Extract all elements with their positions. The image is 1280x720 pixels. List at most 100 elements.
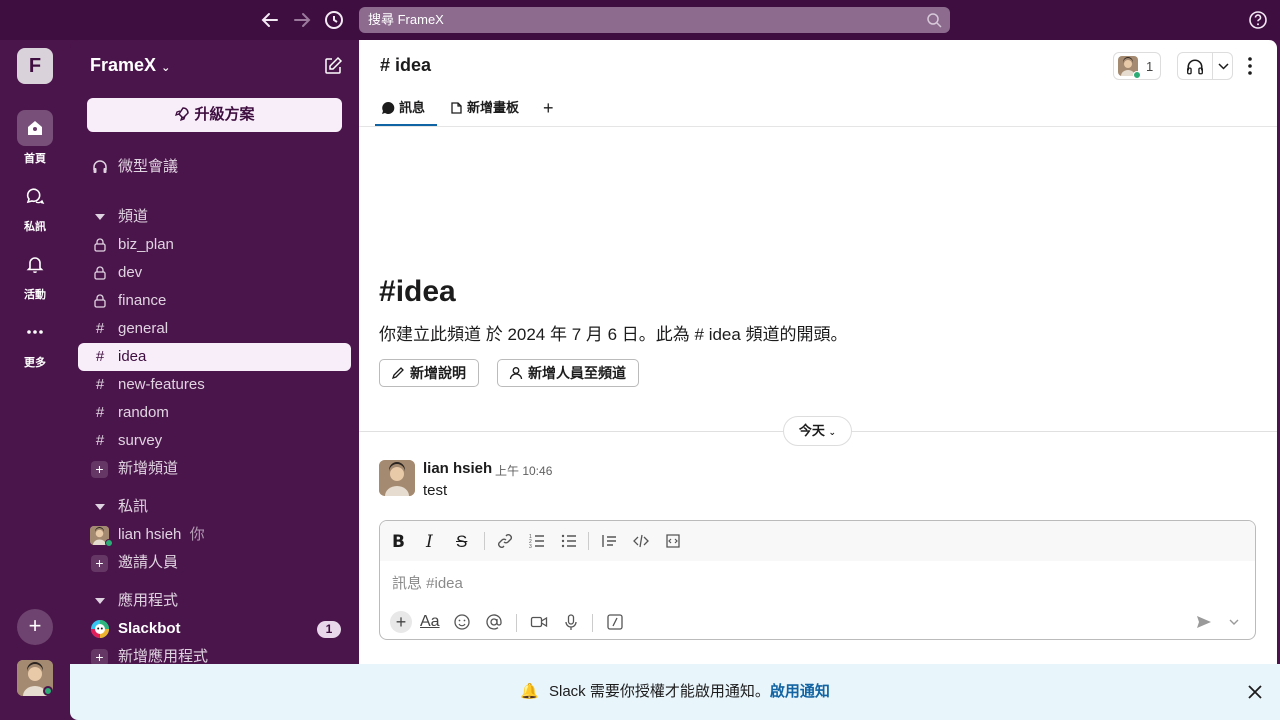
mention-icon[interactable] (485, 613, 503, 631)
workspace-icon[interactable]: F (17, 48, 53, 84)
canvas-icon (449, 101, 463, 115)
chevron-down-icon[interactable] (1212, 53, 1233, 79)
sidebar-item-channel[interactable]: dev (78, 259, 351, 287)
video-icon[interactable] (530, 613, 548, 631)
bulleted-list-icon[interactable] (560, 532, 578, 550)
channel-header-title[interactable]: # idea (380, 55, 431, 76)
presence-dot (1133, 71, 1141, 79)
avatar[interactable] (379, 460, 415, 496)
lock-icon (92, 265, 108, 281)
message-composer: B I S 123 訊息 #idea + Aa (379, 520, 1256, 640)
help-icon[interactable] (1248, 10, 1268, 30)
channel-name: survey (118, 432, 163, 449)
more-vertical-icon[interactable] (1241, 54, 1259, 78)
members-button[interactable]: 1 (1113, 52, 1161, 80)
huddle-button[interactable] (1177, 52, 1233, 80)
sidebar-item-channel[interactable]: # general (78, 315, 351, 343)
slash-command-icon[interactable] (606, 613, 624, 631)
member-count: 1 (1146, 59, 1154, 74)
attach-plus-icon[interactable]: + (390, 611, 412, 633)
sidebar-item-channel[interactable]: finance (78, 287, 351, 315)
blockquote-icon[interactable] (600, 532, 618, 550)
link-icon[interactable] (496, 532, 514, 550)
code-icon[interactable] (632, 532, 650, 550)
sidebar-item-channel[interactable]: # new-features (78, 371, 351, 399)
add-tab-plus-icon[interactable]: + (535, 96, 554, 126)
sidebar-item-huddles[interactable]: 微型會議 (78, 153, 351, 181)
headphones-icon (1186, 58, 1204, 76)
forward-arrow-icon[interactable] (290, 8, 314, 32)
enable-notifications-link[interactable]: 啟用通知 (770, 683, 830, 700)
workspace-rail: F 首頁 私訊 活動 更多 + (0, 40, 70, 720)
strikethrough-icon[interactable]: S (456, 532, 474, 551)
rail-activity[interactable]: 活動 (0, 246, 70, 302)
sidebar-item-dm[interactable]: lian hsieh 你 (78, 521, 351, 549)
header-divider (359, 126, 1277, 127)
sidebar: FrameX ⌄ 升級方案 微型會議 頻道 biz_plan dev finan… (70, 40, 359, 664)
add-channel-button[interactable]: + 新增頻道 (78, 455, 351, 483)
compose-icon[interactable] (323, 56, 343, 76)
code-block-icon[interactable] (664, 532, 682, 550)
sidebar-item-channel[interactable]: # survey (78, 427, 351, 455)
send-icon[interactable] (1195, 613, 1213, 631)
dm-section-header[interactable]: 私訊 (78, 494, 148, 520)
channels-section-header[interactable]: 頻道 (78, 204, 148, 230)
add-people-button[interactable]: 新增人員至頻道 (497, 359, 639, 387)
add-person-icon (509, 366, 523, 380)
bold-icon[interactable]: B (392, 532, 410, 552)
ordered-list-icon[interactable]: 123 (528, 532, 546, 550)
chevron-down-icon: ⌄ (828, 427, 837, 437)
sidebar-item-channel[interactable]: # random (78, 399, 351, 427)
invite-people-button[interactable]: + 邀請人員 (78, 549, 351, 577)
sidebar-item-slackbot[interactable]: Slackbot 1 (78, 615, 351, 643)
channel-intro-text: 你建立此頻道 於 2024 年 7 月 6 日。此為 # idea 頻道的開頭。 (379, 325, 848, 344)
dm-section-label: 私訊 (118, 498, 149, 515)
caret-down-icon (95, 504, 105, 510)
message-input[interactable]: 訊息 #idea (392, 572, 463, 593)
bell-icon (17, 246, 53, 282)
rail-activity-label: 活動 (24, 289, 46, 301)
emoji-icon[interactable] (453, 613, 471, 631)
back-arrow-icon[interactable] (258, 8, 282, 32)
tab-messages-label: 訊息 (399, 100, 426, 115)
channel-intro-name: idea (395, 275, 456, 308)
chevron-down-icon[interactable] (1228, 613, 1246, 631)
rail-home[interactable]: 首頁 (0, 110, 70, 166)
plus-icon: + (91, 555, 108, 572)
search-input[interactable]: 搜尋 FrameX (359, 7, 950, 33)
huddles-label: 微型會議 (118, 158, 179, 175)
rail-dms-label: 私訊 (24, 221, 46, 233)
sidebar-item-channel[interactable]: biz_plan (78, 231, 351, 259)
close-icon[interactable] (1246, 683, 1264, 701)
italic-icon[interactable]: I (426, 532, 444, 552)
rail-more-label: 更多 (24, 357, 46, 369)
day-divider-pill[interactable]: 今天 ⌄ (783, 416, 852, 446)
microphone-icon[interactable] (562, 613, 580, 631)
hash-icon: # (95, 404, 105, 421)
add-description-button[interactable]: 新增說明 (379, 359, 479, 387)
history-clock-icon[interactable] (322, 8, 346, 32)
workspace-name-menu[interactable]: FrameX ⌄ (90, 55, 170, 76)
rail-more[interactable]: 更多 (0, 314, 70, 370)
rail-home-label: 首頁 (24, 153, 46, 165)
invite-label: 邀請人員 (118, 554, 179, 571)
sidebar-item-channel-active[interactable]: # idea (78, 343, 351, 371)
tab-add-canvas-label: 新增畫板 (467, 100, 520, 115)
workspace-name: FrameX (90, 55, 157, 75)
tab-messages[interactable]: 訊息 (375, 96, 437, 126)
pencil-icon (391, 366, 405, 380)
add-workspace-button[interactable]: + (17, 609, 53, 645)
message-timestamp[interactable]: 上午 10:46 (495, 462, 552, 479)
channel-name: general (118, 320, 169, 337)
add-app-button[interactable]: + 新增應用程式 (78, 643, 351, 664)
message-author[interactable]: lian hsieh (423, 460, 492, 477)
upgrade-button[interactable]: 升級方案 (87, 98, 342, 132)
channel-name: dev (118, 264, 143, 281)
format-text-icon[interactable]: Aa (420, 613, 440, 631)
apps-section-header[interactable]: 應用程式 (78, 588, 178, 614)
toolbar-divider (484, 532, 485, 550)
tab-add-canvas[interactable]: 新增畫板 (443, 96, 519, 126)
channel-name: biz_plan (118, 236, 174, 253)
rail-dms[interactable]: 私訊 (0, 178, 70, 234)
bell-icon: 🔔 (520, 683, 539, 700)
